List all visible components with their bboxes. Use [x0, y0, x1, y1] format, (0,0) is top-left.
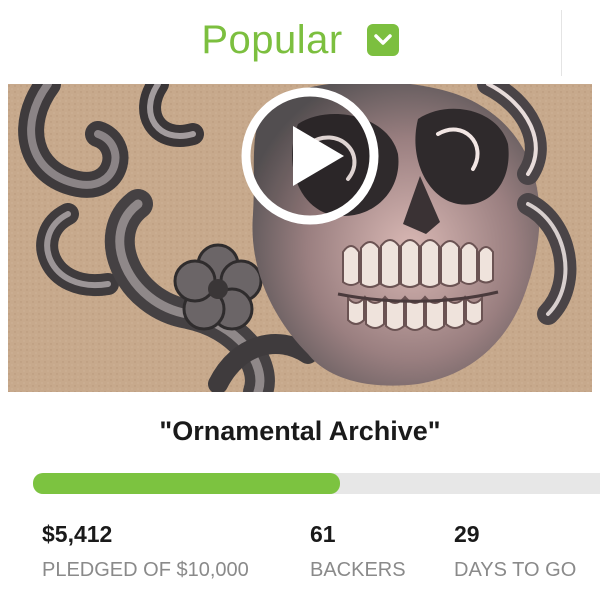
pledged-label: PLEDGED OF $10,000: [42, 559, 249, 581]
project-title[interactable]: "Ornamental Archive": [0, 416, 600, 447]
backers-count: 61: [310, 521, 336, 547]
header-divider: [561, 10, 562, 76]
stat-backers: 61 BACKERS: [310, 520, 406, 582]
category-header: Popular: [0, 0, 600, 80]
stat-pledged: $5,412 PLEDGED OF $10,000: [42, 520, 249, 582]
days-to-go-count: 29: [454, 521, 480, 547]
project-video-thumbnail[interactable]: [8, 84, 592, 392]
category-title[interactable]: Popular: [201, 18, 342, 63]
backers-label: BACKERS: [310, 559, 406, 581]
category-dropdown-button[interactable]: [366, 24, 399, 56]
play-icon: [241, 87, 379, 225]
funding-progress-fill: [33, 473, 340, 494]
funding-progress-bar: [33, 473, 600, 494]
project-card-screen: Popular "Ornamental Archive" $5,412 PLED…: [0, 0, 600, 600]
days-to-go-label: DAYS TO GO: [454, 559, 577, 581]
pledged-amount: $5,412: [42, 521, 113, 547]
chevron-down-icon: [373, 34, 392, 45]
play-video-button[interactable]: [240, 86, 380, 226]
stat-days-to-go: 29 DAYS TO GO: [454, 520, 576, 582]
